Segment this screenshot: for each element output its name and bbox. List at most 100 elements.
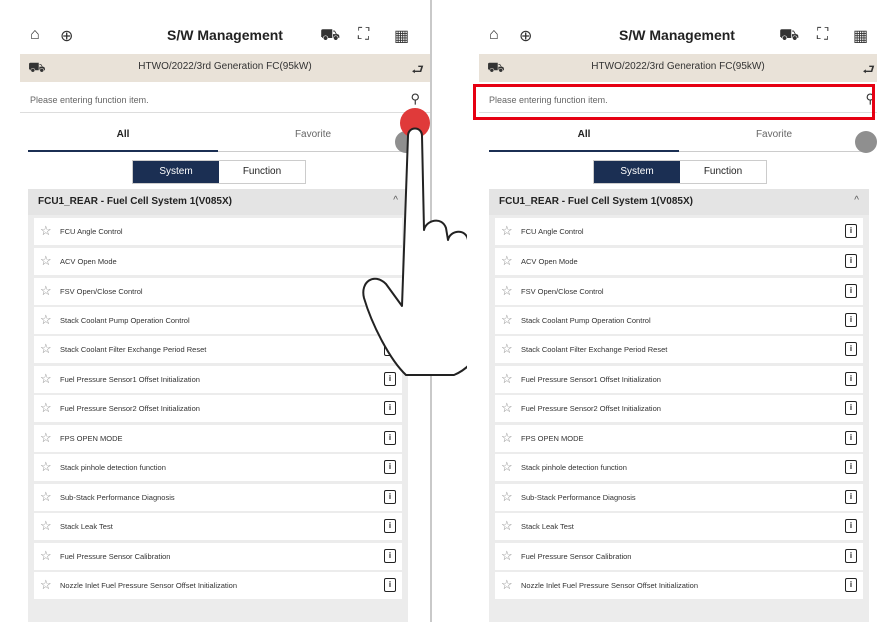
list-item[interactable]: ☆ FCU Angle Control i [495,218,863,245]
list-item[interactable]: ☆ Sub-Stack Performance Diagnosis i [495,484,863,511]
info-icon[interactable]: i [845,254,857,268]
tab-divider [679,151,869,152]
back-icon[interactable]: ⮐ [862,59,875,83]
list-item[interactable]: ☆ Fuel Pressure Sensor2 Offset Initializa… [495,395,863,422]
info-icon[interactable]: i [845,460,857,474]
segment-system[interactable]: System [594,161,680,183]
segment-function[interactable]: Function [219,161,305,183]
info-icon[interactable]: i [845,519,857,533]
list-item[interactable]: ☆ Sub-Stack Performance Diagnosis i [34,484,402,511]
info-icon[interactable]: i [384,490,396,504]
star-icon[interactable]: ☆ [501,341,513,357]
star-icon[interactable]: ☆ [40,430,52,446]
list-item[interactable]: ☆Stack Coolant Pump Operation Controli [495,307,863,334]
grid-icon[interactable]: ▦ [853,26,868,46]
star-icon[interactable]: ☆ [501,253,513,269]
info-icon[interactable]: i [845,401,857,415]
star-icon[interactable]: ☆ [40,518,52,534]
star-icon[interactable]: ☆ [501,459,513,475]
star-icon[interactable]: ☆ [40,283,52,299]
list-item[interactable]: ☆ Stack Coolant Filter Exchange Period Re… [34,336,402,363]
tab-all[interactable]: All [28,129,218,140]
segment-system[interactable]: System [133,161,219,183]
tab-favorite[interactable]: Favorite [679,129,869,140]
info-icon[interactable]: i [845,224,857,238]
star-icon[interactable]: ☆ [40,223,52,239]
info-icon[interactable]: i [384,578,396,592]
item-label: Stack Coolant Pump Operation Control [60,316,190,325]
info-icon[interactable]: i [845,431,857,445]
info-icon[interactable]: i [384,401,396,415]
star-icon[interactable]: ☆ [40,253,52,269]
section-header[interactable]: FCU1_REAR - Fuel Cell System 1(V085X) ^ [489,189,869,215]
list-item[interactable]: ☆ FPS OPEN MODE i [495,425,863,452]
info-icon[interactable]: i [384,460,396,474]
item-label: Stack Coolant Filter Exchange Period Res… [60,345,207,354]
star-icon[interactable]: ☆ [40,577,52,593]
vehicle-bar: ⛟ HTWO/2022/3rd Generation FC(95kW) ⮐ [20,54,430,82]
star-icon[interactable]: ☆ [501,371,513,387]
star-icon[interactable]: ☆ [501,430,513,446]
list-item[interactable]: ☆ Fuel Pressure Sensor Calibration i [495,543,863,570]
info-icon[interactable]: i [845,372,857,386]
star-icon[interactable]: ☆ [501,518,513,534]
info-icon[interactable]: i [845,284,857,298]
star-icon[interactable]: ☆ [501,548,513,564]
list-item[interactable]: ☆ Stack pinhole detection function i [34,454,402,481]
info-icon[interactable]: i [845,313,857,327]
scroll-handle[interactable] [855,131,877,153]
list-item[interactable]: ☆ Stack pinhole detection function i [495,454,863,481]
car-icon[interactable]: ⛟ [779,26,799,46]
list-item[interactable]: ☆ FCU Angle Control [34,218,402,245]
list-item[interactable]: ☆ FSV Open/Close Control i [495,278,863,305]
list-item[interactable]: ☆Stack Coolant Pump Operation Controli [34,307,402,334]
back-icon[interactable]: ⮐ [411,59,424,83]
info-icon[interactable]: i [845,342,857,356]
mode-toggle: System Function [593,160,767,184]
info-icon[interactable]: i [845,578,857,592]
list-item[interactable]: ☆ Fuel Pressure Sensor2 Offset Initializa… [34,395,402,422]
tab-all[interactable]: All [489,129,679,140]
list-item[interactable]: ☆ Nozzle Inlet Fuel Pressure Sensor Offse… [495,572,863,599]
star-icon[interactable]: ☆ [40,489,52,505]
list-item[interactable]: ☆ ACV Open Mode [34,248,402,275]
list-item[interactable]: ☆ Fuel Pressure Sensor1 Offset Initializa… [495,366,863,393]
list-item[interactable]: ☆ Fuel Pressure Sensor1 Offset Initializa… [34,366,402,393]
star-icon[interactable]: ☆ [501,400,513,416]
collapse-icon[interactable]: ^ [854,195,859,206]
section-title: FCU1_REAR - Fuel Cell System 1(V085X) [499,196,693,207]
star-icon[interactable]: ☆ [40,312,52,328]
star-icon[interactable]: ☆ [501,223,513,239]
car-icon[interactable]: ⛟ [320,26,340,46]
search-input[interactable]: Please entering function item. ⚲ [20,88,430,113]
search-icon[interactable]: ⚲ [410,91,420,107]
star-icon[interactable]: ☆ [40,548,52,564]
list-item[interactable]: ☆ Fuel Pressure Sensor Calibration i [34,543,402,570]
info-icon[interactable]: i [384,519,396,533]
list-item[interactable]: ☆ ACV Open Mode i [495,248,863,275]
search-placeholder: Please entering function item. [30,95,149,105]
star-icon[interactable]: ☆ [40,371,52,387]
expand-icon[interactable]: ⛶ [817,26,828,44]
list-item[interactable]: ☆ FPS OPEN MODE i [34,425,402,452]
grid-icon[interactable]: ▦ [394,26,409,46]
star-icon[interactable]: ☆ [501,283,513,299]
list-item[interactable]: ☆ Stack Coolant Filter Exchange Period Re… [495,336,863,363]
info-icon[interactable]: i [845,490,857,504]
star-icon[interactable]: ☆ [501,577,513,593]
segment-function[interactable]: Function [680,161,766,183]
list-item[interactable]: ☆ Stack Leak Test i [34,513,402,540]
item-label: FCU Angle Control [521,227,584,236]
star-icon[interactable]: ☆ [40,459,52,475]
star-icon[interactable]: ☆ [40,341,52,357]
star-icon[interactable]: ☆ [40,400,52,416]
list-item[interactable]: ☆ FSV Open/Close Control [34,278,402,305]
star-icon[interactable]: ☆ [501,489,513,505]
info-icon[interactable]: i [384,549,396,563]
list-item[interactable]: ☆ Nozzle Inlet Fuel Pressure Sensor Offse… [34,572,402,599]
expand-icon[interactable]: ⛶ [358,26,369,44]
info-icon[interactable]: i [845,549,857,563]
star-icon[interactable]: ☆ [501,312,513,328]
info-icon[interactable]: i [384,431,396,445]
list-item[interactable]: ☆ Stack Leak Test i [495,513,863,540]
